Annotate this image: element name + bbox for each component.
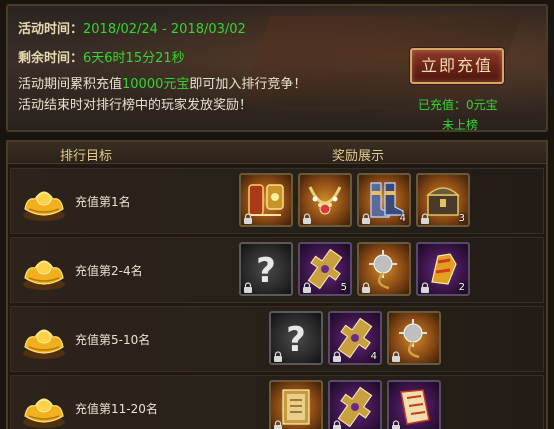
table-row: 充值第1名 4 3 (10, 168, 544, 234)
event-time-line: 活动时间：2018/02/24 - 2018/03/02 (18, 18, 246, 37)
desc1-suffix: 即可加入排行竞争！ (189, 77, 307, 92)
gold-ingot-icon (21, 250, 67, 292)
item-count: 4 (399, 213, 406, 224)
reward-slot[interactable]: 3 (416, 173, 470, 227)
event-banner: 活动时间：2018/02/24 - 2018/03/02 剩余时间：6天6时15… (6, 4, 548, 132)
rank-target-label: 充值第5-10名 (75, 333, 151, 347)
lock-icon (273, 351, 283, 362)
item-count: 5 (340, 282, 347, 293)
ranking-rewards-table: 排行目标 奖励展示 充值第1名 4 3 充值第2-4名? 5 2 充值第5-10名? 4 充值第… (6, 140, 548, 429)
event-time-value: 2018/02/24 - 2018/03/02 (83, 22, 246, 37)
lock-icon (361, 213, 371, 224)
desc1-prefix: 活动期间累积充值 (18, 77, 123, 92)
table-row: 充值第11-20名 (10, 375, 544, 429)
lock-icon (243, 213, 253, 224)
header-rank-target: 排行目标 (60, 149, 113, 164)
reward-slot[interactable]: 4 (328, 311, 382, 365)
rank-target-label: 充值第2-4名 (75, 264, 143, 278)
reward-slot[interactable] (387, 311, 441, 365)
gold-ingot-icon (21, 319, 67, 361)
lock-icon (391, 351, 401, 362)
lock-icon (273, 420, 283, 429)
lock-icon (361, 282, 371, 293)
lock-icon (420, 282, 430, 293)
header-reward-display: 奖励展示 (332, 149, 385, 164)
event-description-1: 活动期间累积充值10000元宝即可加入排行竞争！ (18, 73, 306, 92)
reward-slot[interactable]: 5 (298, 242, 352, 296)
reward-slot[interactable] (269, 380, 323, 429)
rank-target-label: 充值第11-20名 (75, 402, 158, 416)
event-description-2: 活动结束时对排行榜中的玩家发放奖励！ (18, 94, 252, 113)
recharged-amount: 已充值：0元宝 (418, 98, 498, 112)
desc1-amount: 10000元宝 (122, 77, 190, 92)
reward-slot[interactable]: 4 (357, 173, 411, 227)
lock-icon (420, 213, 430, 224)
reward-slot[interactable] (357, 242, 411, 296)
item-count: 4 (370, 351, 377, 362)
lock-icon (243, 282, 253, 293)
table-row: 充值第5-10名? 4 (10, 306, 544, 372)
desc2-text: 活动结束时对排行榜中的玩家发放奖励！ (18, 98, 253, 113)
remaining-time-line: 剩余时间：6天6时15分21秒 (18, 47, 185, 66)
svg-text:?: ? (256, 251, 276, 291)
remaining-time-label: 剩余时间： (18, 51, 84, 66)
reward-slot[interactable]: ? (269, 311, 323, 365)
table-row: 充值第2-4名? 5 2 (10, 237, 544, 303)
gold-ingot-icon (21, 388, 67, 429)
table-header: 排行目标 奖励展示 (8, 142, 546, 164)
rank-target-label: 充值第1名 (75, 195, 131, 209)
reward-slot[interactable]: ? (239, 242, 293, 296)
remaining-time-value: 6天6时15分21秒 (83, 51, 185, 66)
lock-icon (302, 213, 312, 224)
recharge-now-button[interactable]: 立即充值 (410, 48, 504, 84)
reward-slot[interactable] (298, 173, 352, 227)
lock-icon (332, 351, 342, 362)
reward-slot[interactable] (387, 380, 441, 429)
lock-icon (302, 282, 312, 293)
reward-slot[interactable] (239, 173, 293, 227)
reward-slot[interactable] (328, 380, 382, 429)
gold-ingot-icon (21, 181, 67, 223)
event-time-label: 活动时间： (18, 22, 84, 37)
lock-icon (391, 420, 401, 429)
item-count: 3 (458, 213, 465, 224)
svg-text:?: ? (286, 320, 306, 360)
rank-status: 未上榜 (442, 118, 479, 132)
lock-icon (332, 420, 342, 429)
reward-slot[interactable]: 2 (416, 242, 470, 296)
item-count: 2 (458, 282, 465, 293)
